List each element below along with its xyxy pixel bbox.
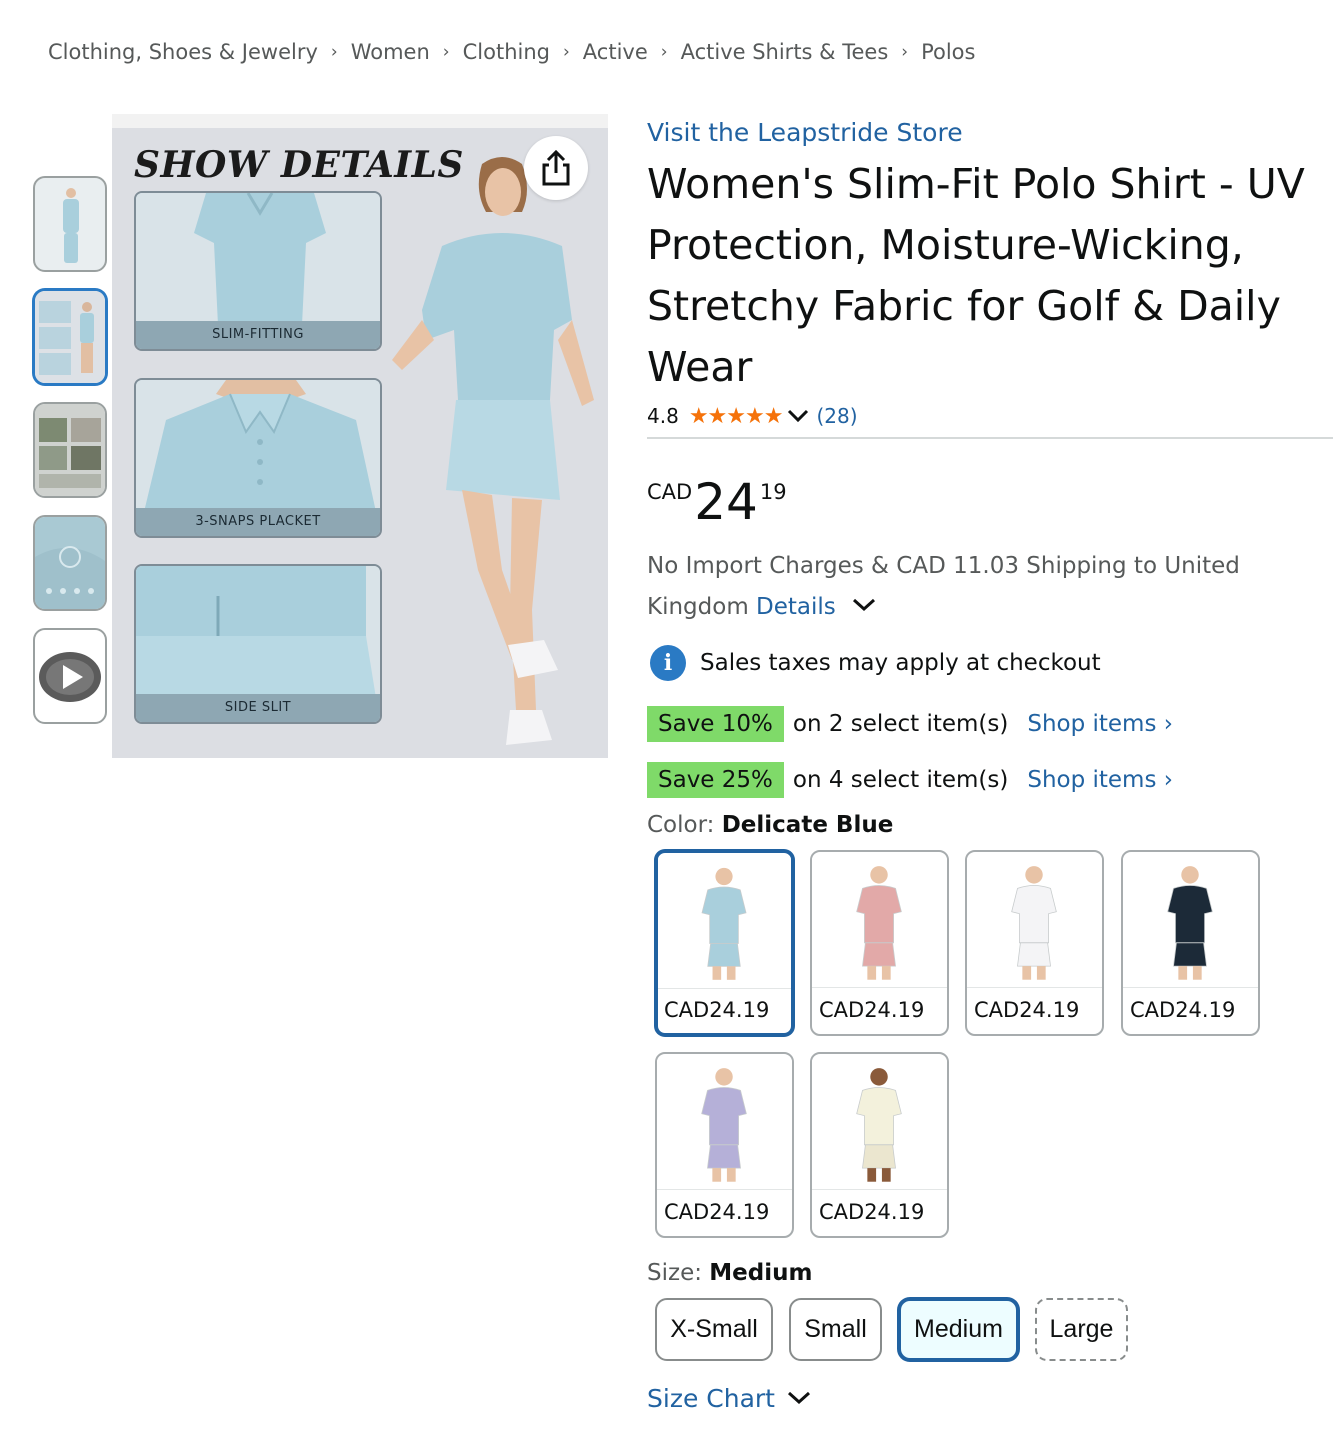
color-swatch-navy[interactable]: CAD24.19 (1121, 850, 1260, 1036)
selected-color: Delicate Blue (721, 812, 894, 838)
price: CAD 24 19 (647, 472, 787, 532)
swatch-price: CAD24.19 (974, 998, 1080, 1022)
star-icon: ★ (726, 403, 747, 429)
collar-detail-illustration (136, 380, 380, 512)
star-icon: ★ (763, 403, 784, 429)
size-option-small[interactable]: Small (789, 1298, 882, 1361)
color-swatch-lavender[interactable]: CAD24.19 (655, 1052, 794, 1238)
swatch-model-icon (812, 1055, 947, 1190)
product-figure-icon (63, 188, 79, 263)
color-swatch-pink[interactable]: CAD24.19 (810, 850, 949, 1036)
price-currency: CAD (647, 480, 693, 504)
tax-notice-text: Sales taxes may apply at checkout (700, 650, 1101, 676)
swatch-price: CAD24.19 (819, 1200, 925, 1224)
star-rating[interactable]: ★ ★ ★ ★ ★ (688, 403, 784, 429)
color-label-text: Color: (647, 812, 722, 838)
selected-size: Medium (709, 1260, 813, 1286)
store-link[interactable]: Visit the Leapstride Store (647, 118, 963, 147)
detail-card-label: SIDE SLIT (136, 694, 380, 722)
breadcrumb-separator: › (660, 42, 668, 62)
price-whole: 24 (694, 473, 758, 531)
info-icon: i (650, 645, 686, 681)
detail-card-placket: 3-SNAPS PLACKET (134, 378, 382, 538)
chevron-down-icon (787, 1391, 810, 1405)
divider (647, 437, 1333, 439)
star-icon: ★ (688, 403, 709, 429)
price-fraction: 19 (759, 480, 787, 504)
thumbnail-3[interactable] (33, 402, 107, 498)
swatch-price: CAD24.19 (664, 1200, 770, 1224)
swatch-model-icon (812, 853, 947, 988)
star-icon: ★ (707, 403, 728, 429)
star-icon: ★ (745, 403, 765, 429)
thumbnail-2[interactable] (33, 289, 107, 385)
size-label: Size: Medium (647, 1260, 812, 1286)
promotion-text: on 4 select item(s) (792, 767, 1009, 793)
detail-collage-icon (35, 291, 105, 383)
size-option-x-small[interactable]: X-Small (655, 1298, 773, 1361)
save-badge: Save 10% (647, 706, 784, 742)
shop-items-link[interactable]: Shop items › (1027, 767, 1173, 793)
breadcrumb-women[interactable]: Women (351, 40, 430, 64)
size-option-large[interactable]: Large (1035, 1298, 1128, 1361)
swatch-model-icon (967, 853, 1102, 988)
main-product-image[interactable]: SHOW DETAILS SLIM-FITTING 3-SNAPS PLACKE… (112, 114, 608, 758)
model-figure-illustration (392, 157, 594, 745)
breadcrumb-polos[interactable]: Polos (921, 40, 975, 64)
play-video-icon (39, 652, 101, 702)
color-swatch-white[interactable]: CAD24.19 (965, 850, 1104, 1036)
shipping-info: No Import Charges & CAD 11.03 Shipping t… (647, 546, 1307, 628)
size-chart-label: Size Chart (647, 1383, 775, 1413)
swatch-price: CAD24.19 (1130, 998, 1236, 1022)
promotion-text: on 2 select item(s) (792, 711, 1009, 737)
thumbnail-strip (33, 176, 107, 741)
thumbnail-1[interactable] (33, 176, 107, 272)
swatch-price: CAD24.19 (819, 998, 925, 1022)
swatch-model-icon (658, 855, 791, 989)
breadcrumb: Clothing, Shoes & Jewelry › Women › Clot… (48, 36, 975, 68)
save-badge: Save 25% (647, 762, 784, 798)
promotion-row: Save 25% on 4 select item(s) Shop items … (647, 760, 1173, 800)
breadcrumb-separator: › (901, 42, 909, 62)
swatch-model-icon (657, 1055, 792, 1190)
swatch-price: CAD24.19 (664, 998, 770, 1022)
swatch-model-icon (1123, 853, 1258, 988)
rating-count-link[interactable]: (28) (816, 404, 857, 428)
breadcrumb-separator: › (562, 42, 570, 62)
product-title: Women's Slim-Fit Polo Shirt - UV Protect… (647, 160, 1305, 391)
fabric-detail-icon (35, 517, 105, 609)
share-icon (542, 149, 570, 186)
breadcrumb-clothing[interactable]: Clothing (463, 40, 550, 64)
shop-items-link[interactable]: Shop items › (1027, 711, 1173, 737)
torso-detail-illustration (136, 193, 380, 325)
size-option-medium[interactable]: Medium (898, 1298, 1019, 1361)
chevron-down-icon[interactable] (786, 408, 810, 424)
hem-detail-illustration (136, 566, 380, 698)
breadcrumb-active[interactable]: Active (583, 40, 648, 64)
share-button[interactable] (524, 136, 588, 200)
color-label: Color: Delicate Blue (647, 812, 893, 838)
breadcrumb-active-shirts-tees[interactable]: Active Shirts & Tees (681, 40, 889, 64)
thumbnail-video[interactable] (33, 628, 107, 724)
rating-value: 4.8 (647, 404, 679, 428)
lifestyle-collage-icon (35, 404, 105, 496)
breadcrumb-separator: › (330, 42, 338, 62)
thumbnail-4[interactable] (33, 515, 107, 611)
shipping-text: No Import Charges & CAD 11.03 Shipping t… (647, 553, 1240, 620)
detail-card-label: SLIM-FITTING (136, 321, 380, 349)
shipping-details-link[interactable]: Details (756, 594, 836, 620)
tax-notice: i Sales taxes may apply at checkout (650, 643, 1101, 683)
breadcrumb-clothing-shoes-jewelry[interactable]: Clothing, Shoes & Jewelry (48, 40, 318, 64)
rating-row: 4.8 ★ ★ ★ ★ ★ (28) (647, 400, 858, 432)
chevron-down-icon[interactable] (851, 596, 877, 614)
color-swatch-cream[interactable]: CAD24.19 (810, 1052, 949, 1238)
breadcrumb-separator: › (442, 42, 450, 62)
size-chart-link[interactable]: Size Chart (647, 1380, 813, 1416)
detail-card-slim-fitting: SLIM-FITTING (134, 191, 382, 351)
detail-card-label: 3-SNAPS PLACKET (136, 508, 380, 536)
promotion-row: Save 10% on 2 select item(s) Shop items … (647, 704, 1173, 744)
color-swatch-delicate-blue[interactable]: CAD24.19 (655, 850, 794, 1036)
size-label-text: Size: (647, 1260, 710, 1286)
detail-card-side-slit: SIDE SLIT (134, 564, 382, 724)
